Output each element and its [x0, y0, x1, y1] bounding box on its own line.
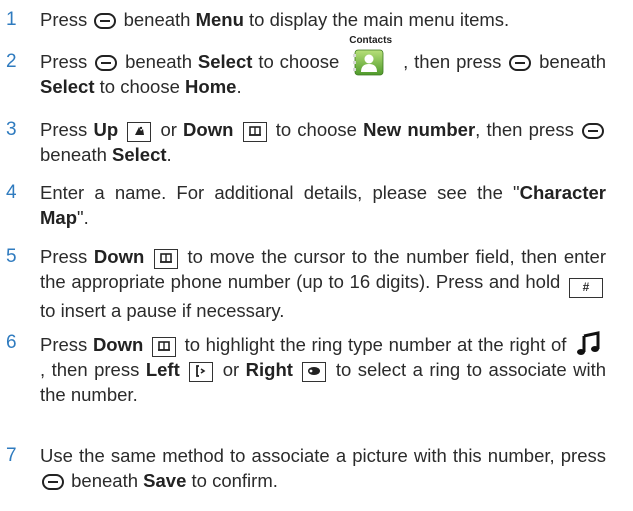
select-label: Select [112, 144, 167, 165]
step-text: . [236, 76, 242, 97]
step-number: 7 [6, 445, 17, 466]
left-arrow-key-icon [189, 362, 214, 382]
step-number: 4 [6, 182, 17, 203]
step-number: 2 [6, 51, 17, 72]
menu-label: Menu [195, 9, 244, 30]
down-arrow-key-icon [151, 337, 176, 357]
step-text: , then press [403, 51, 502, 72]
step-text: Press [40, 51, 88, 72]
step-text: to confirm. [191, 470, 278, 491]
softkey-icon [95, 55, 118, 71]
step-6: 6 Press Down to highlight the ring type … [6, 330, 606, 407]
step-text: beneath [539, 51, 607, 72]
step-text: , then press [40, 359, 140, 380]
step-number: 5 [6, 246, 17, 267]
step-text: or [222, 359, 240, 380]
step-text: or [160, 119, 177, 140]
step-number: 6 [6, 332, 17, 353]
left-label: Left [145, 359, 180, 380]
right-arrow-key-icon [302, 362, 327, 382]
step-text: Press [40, 9, 88, 30]
select-label: Select [197, 51, 253, 72]
down-label: Down [183, 119, 234, 140]
step-5: 5 Press Down to move the cursor to the n… [6, 244, 606, 323]
step-text: beneath [71, 470, 139, 491]
music-note-icon [577, 331, 600, 355]
up-arrow-key-icon [127, 122, 152, 142]
up-label: Up [93, 119, 119, 140]
step-text: to choose [275, 119, 357, 140]
step-1: 1 Press beneath Menu to display the main… [6, 7, 606, 32]
step-text: to highlight the ring type number at the… [184, 334, 567, 355]
step-text: ". [77, 207, 89, 228]
softkey-icon [582, 123, 605, 139]
step-text: Press [40, 246, 88, 267]
softkey-icon [509, 55, 532, 71]
contacts-icon [353, 49, 384, 76]
step-3: 3 Press Up or Down to choose New number,… [6, 117, 606, 167]
step-text: to choose [258, 51, 340, 72]
step-text: Enter a name. For additional details, pl… [40, 182, 520, 203]
step-text: Use the same method to associate a pictu… [40, 445, 606, 466]
save-label: Save [143, 470, 187, 491]
step-number: 3 [6, 119, 17, 140]
right-label: Right [245, 359, 293, 380]
step-text: beneath [123, 9, 191, 30]
contacts-caption: Contacts [349, 35, 393, 46]
select-label: Select [40, 76, 95, 97]
down-label: Down [93, 246, 145, 267]
step-number: 1 [6, 9, 17, 30]
step-text: to choose [99, 76, 180, 97]
step-2: 2 Press beneath Select to choose Contact… [6, 36, 607, 99]
step-text: Press [40, 119, 88, 140]
step-text: Press [40, 334, 88, 355]
softkey-icon [42, 474, 64, 490]
step-text: . [166, 144, 172, 165]
step-text: beneath [40, 144, 107, 165]
home-label: Home [185, 76, 237, 97]
hash-key-icon: # [569, 278, 604, 298]
softkey-icon [94, 13, 117, 29]
step-text: beneath [125, 51, 192, 72]
step-text: to display the main menu items. [249, 9, 510, 30]
down-arrow-key-icon [153, 249, 178, 269]
contacts-menu-item: Contacts [349, 36, 392, 76]
down-arrow-key-icon [242, 122, 267, 142]
new-number-label: New number [363, 119, 476, 140]
step-4: 4 Enter a name. For additional details, … [6, 180, 606, 230]
step-text: , then press [475, 119, 574, 140]
down-label: Down [92, 334, 144, 355]
step-7: 7 Use the same method to associate a pic… [6, 443, 606, 493]
step-text: to insert a pause if necessary. [40, 300, 285, 321]
